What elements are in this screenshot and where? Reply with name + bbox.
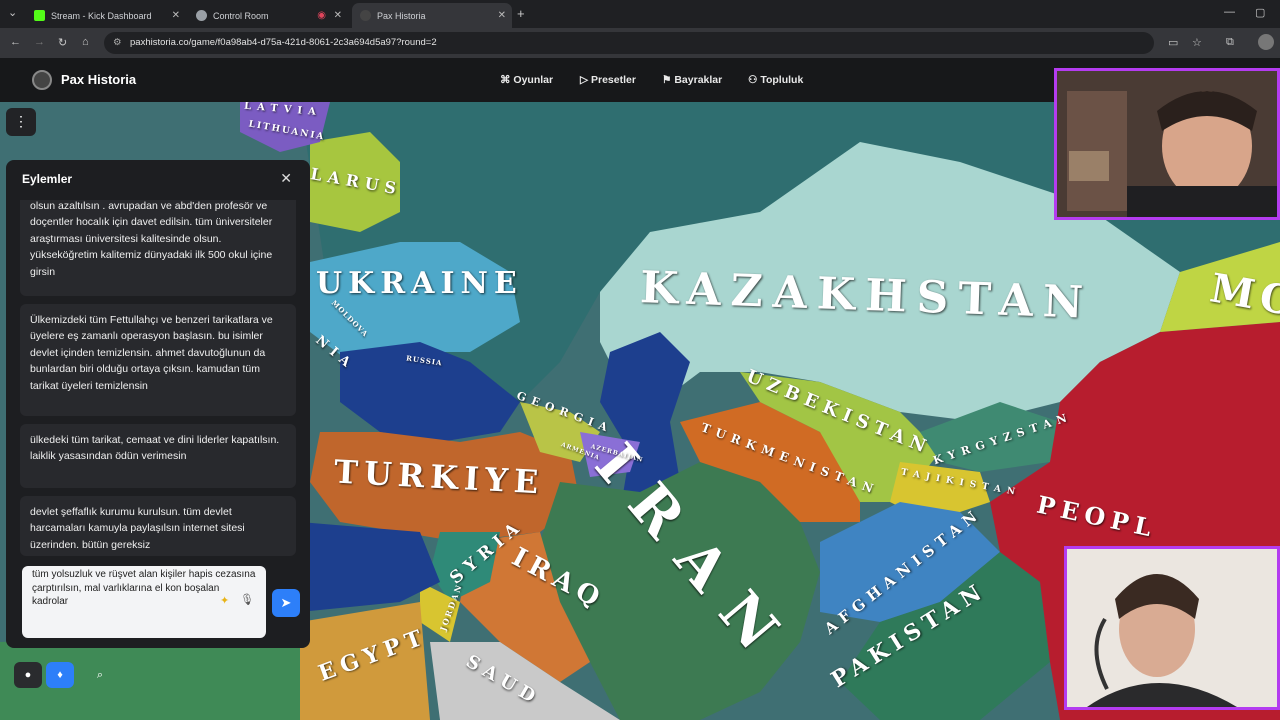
nav-oyunlar[interactable]: ⌘ Oyunlar [500, 74, 553, 86]
action-item[interactable]: ülkedeki tüm tarikat, cemaat ve dini lid… [20, 424, 296, 488]
actions-list[interactable]: olsun azaltılsın . avrupadan ve abd'den … [20, 200, 302, 596]
nav-label: Topluluk [760, 74, 804, 86]
play-icon: ▷ [580, 74, 591, 86]
sparkle-icon[interactable]: ✦ [220, 594, 229, 607]
tab-kick-dashboard[interactable]: Stream - Kick Dashboard ✕ [26, 3, 186, 28]
search-icon: ⌕ [96, 669, 104, 681]
minimize-icon[interactable]: — [1224, 6, 1235, 18]
action-item[interactable]: Ülkemizdeki tüm Fettullahçı ve benzeri t… [20, 304, 296, 416]
nav-label: Bayraklar [674, 74, 723, 86]
nav-label: Presetler [591, 74, 636, 86]
tab-search-icon[interactable]: ⌄ [8, 6, 17, 19]
home-icon[interactable]: ⌂ [82, 36, 89, 48]
recording-icon: ◉ [317, 10, 326, 21]
send-button[interactable]: ➤ [272, 589, 300, 617]
pax-historia-logo-icon[interactable] [32, 70, 52, 90]
kick-icon [34, 10, 45, 21]
url-field[interactable]: ⚙ paxhistoria.co/game/f0a98ab4-d75a-421d… [104, 32, 1154, 54]
tab-control-room[interactable]: Control Room ◉ ✕ [188, 3, 348, 28]
chat-bubble-button[interactable]: ● [14, 662, 42, 688]
extensions-icon[interactable]: ⧉ [1226, 36, 1234, 49]
send-icon: ➤ [280, 595, 292, 610]
pax-historia-favicon-icon [360, 10, 371, 21]
flag-pin-button[interactable]: ♦ [46, 662, 74, 688]
actions-panel: Eylemler ✕ olsun azaltılsın . avrupadan … [6, 160, 310, 648]
reload-icon[interactable]: ↻ [58, 36, 67, 49]
more-vertical-icon: ⋮ [14, 113, 28, 129]
close-tab-icon[interactable]: ✕ [498, 10, 506, 21]
profile-avatar[interactable] [1258, 34, 1274, 50]
search-button[interactable]: ⌕ [86, 662, 114, 688]
webcam-feed-1 [1057, 71, 1277, 217]
nav-topluluk[interactable]: ⚇ Topluluk [748, 74, 803, 86]
maximize-icon[interactable]: ▢ [1255, 6, 1265, 19]
browser-tab-bar: ⌄ Stream - Kick Dashboard ✕ Control Room… [0, 0, 1280, 28]
bottom-toolbar: ● ♦ ⌕ [10, 662, 116, 692]
nav-presetler[interactable]: ▷ Presetler [580, 74, 636, 86]
webcam-overlay-top [1054, 68, 1280, 220]
flag-icon: ⚑ [662, 74, 675, 86]
cast-icon[interactable]: ▭ [1168, 36, 1178, 49]
panel-title: Eylemler [22, 172, 73, 186]
tab-title: Pax Historia [377, 10, 426, 21]
browser-address-bar: ← → ↻ ⌂ ⚙ paxhistoria.co/game/f0a98ab4-d… [0, 28, 1280, 58]
tab-pax-historia[interactable]: Pax Historia ✕ [352, 3, 512, 28]
close-tab-icon[interactable]: ✕ [334, 10, 342, 21]
map-label-ukraine: UKRAINE [316, 266, 523, 301]
microphone-icon[interactable]: 🎙 [240, 593, 254, 606]
nav-bayraklar[interactable]: ⚑ Bayraklar [662, 74, 722, 86]
close-tab-icon[interactable]: ✕ [172, 10, 180, 21]
chat-icon: ● [24, 669, 32, 681]
back-icon[interactable]: ← [10, 36, 21, 48]
new-tab-icon[interactable]: + [517, 6, 525, 21]
webcam-feed-2 [1067, 549, 1277, 707]
close-icon[interactable]: ✕ [280, 170, 292, 187]
url-text: paxhistoria.co/game/f0a98ab4-d75a-421d-8… [130, 37, 437, 48]
action-item[interactable]: olsun azaltılsın . avrupadan ve abd'den … [20, 200, 296, 296]
tab-title: Stream - Kick Dashboard [51, 10, 152, 21]
nav-label: Oyunlar [513, 74, 554, 86]
action-item[interactable]: devlet şeffaflık kurumu kurulsun. tüm de… [20, 496, 296, 556]
gamepad-icon: ⌘ [500, 74, 514, 86]
pin-icon: ♦ [57, 669, 63, 681]
brand-name[interactable]: Pax Historia [61, 72, 136, 87]
bookmark-star-icon[interactable]: ☆ [1192, 36, 1202, 49]
webcam-overlay-bottom [1064, 546, 1280, 710]
forward-icon[interactable]: → [34, 36, 45, 48]
globe-icon [196, 10, 207, 21]
action-input[interactable]: tüm yolsuzluk ve rüşvet alan kişiler hap… [22, 566, 266, 638]
map-menu-button[interactable]: ⋮ [6, 108, 36, 136]
tab-title: Control Room [213, 10, 269, 21]
site-info-icon[interactable]: ⚙ [113, 32, 122, 54]
users-icon: ⚇ [748, 74, 761, 86]
